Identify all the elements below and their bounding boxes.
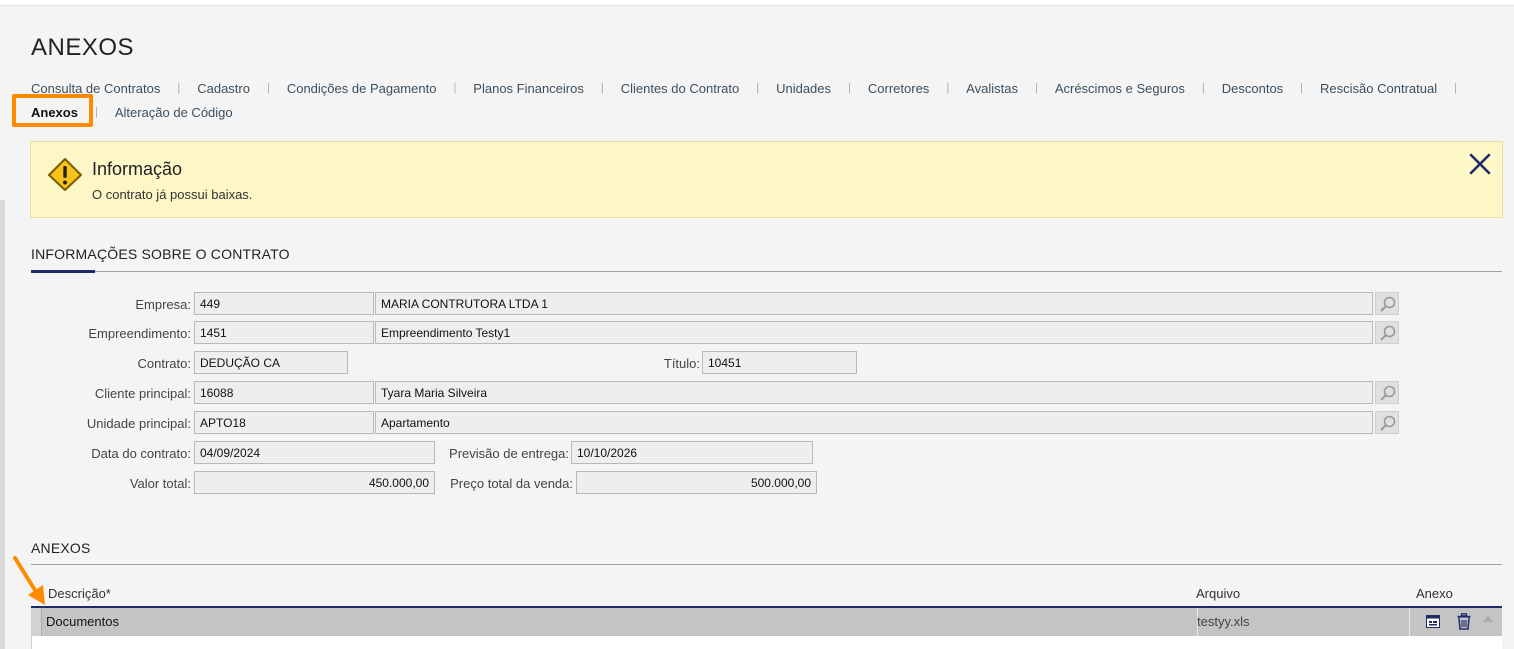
- nav-separator: |: [756, 82, 760, 94]
- tab-clientes-contrato[interactable]: Clientes do Contrato: [621, 81, 740, 96]
- view-attachment-icon[interactable]: [1426, 615, 1440, 628]
- table-row[interactable]: Documentos testyy.xls: [31, 606, 1502, 636]
- empresa-name-field[interactable]: MARIA CONTRUTORA LTDA 1: [375, 292, 1373, 315]
- left-edge: [0, 200, 5, 649]
- contrato-field[interactable]: DEDUÇÃO CA: [194, 351, 348, 374]
- table-body: [31, 636, 1502, 649]
- data-contrato-label: Data do contrato:: [91, 446, 191, 461]
- empreendimento-label: Empreendimento:: [88, 326, 191, 341]
- contract-nav: Consulta de Contratos | Cadastro | Condi…: [31, 79, 1501, 121]
- page-title: ANEXOS: [31, 34, 135, 61]
- valor-total-label: Valor total:: [129, 476, 191, 491]
- previsao-entrega-field[interactable]: 10/10/2026: [571, 441, 813, 464]
- nav-separator: |: [1034, 82, 1038, 94]
- section-divider: [31, 271, 1502, 272]
- tab-alteracao-codigo[interactable]: Alteração de Código: [115, 105, 233, 120]
- valor-total-field[interactable]: 450.000,00: [194, 471, 435, 494]
- tab-corretores[interactable]: Corretores: [868, 81, 929, 96]
- empreendimento-lookup-button[interactable]: [1375, 321, 1399, 344]
- nav-separator: |: [1201, 82, 1205, 94]
- close-icon[interactable]: [1469, 153, 1491, 175]
- tab-planos-financeiros[interactable]: Planos Financeiros: [473, 81, 584, 96]
- section-accent: [31, 270, 95, 273]
- search-icon: [1380, 296, 1396, 312]
- tab-condicoes-pagamento[interactable]: Condições de Pagamento: [287, 81, 437, 96]
- trash-icon[interactable]: [1457, 613, 1471, 630]
- empresa-lookup-button[interactable]: [1375, 292, 1399, 315]
- tab-cadastro[interactable]: Cadastro: [197, 81, 250, 96]
- nav-separator: |: [1454, 82, 1457, 94]
- cliente-code-field[interactable]: 16088: [194, 381, 374, 404]
- cliente-lookup-button[interactable]: [1375, 381, 1399, 404]
- annotation-arrow-icon: [13, 556, 45, 605]
- column-header-descricao[interactable]: Descrição*: [48, 586, 111, 601]
- top-bar: [0, 0, 1514, 6]
- contrato-label: Contrato:: [137, 356, 191, 371]
- preco-total-field[interactable]: 500.000,00: [576, 471, 817, 494]
- section-divider: [31, 564, 1502, 565]
- previsao-entrega-label: Previsão de entrega:: [449, 446, 569, 461]
- nav-separator: |: [848, 82, 851, 94]
- nav-row-1: Consulta de Contratos | Cadastro | Condi…: [31, 79, 1501, 97]
- column-divider: [1409, 608, 1410, 636]
- column-header-anexo[interactable]: Anexo: [1416, 586, 1453, 601]
- nav-separator: |: [177, 82, 181, 94]
- info-message: O contrato já possui baixas.: [92, 187, 253, 202]
- info-banner: Informação O contrato já possui baixas.: [30, 141, 1503, 218]
- tab-acrescimos-seguros[interactable]: Acréscimos e Seguros: [1055, 81, 1185, 96]
- unidade-lookup-button[interactable]: [1375, 411, 1399, 434]
- tab-consulta-contratos[interactable]: Consulta de Contratos: [31, 81, 160, 96]
- tab-anexos[interactable]: Anexos: [31, 105, 78, 120]
- column-header-arquivo[interactable]: Arquivo: [1196, 586, 1240, 601]
- cliente-name-field[interactable]: Tyara Maria Silveira: [375, 381, 1373, 404]
- nav-separator: |: [1300, 82, 1304, 94]
- anexos-section-title: ANEXOS: [31, 540, 91, 556]
- empresa-code-field[interactable]: 449: [194, 292, 374, 315]
- tab-rescisao-contratual[interactable]: Rescisão Contratual: [1320, 81, 1437, 96]
- nav-separator: |: [600, 82, 604, 94]
- unidade-name-field[interactable]: Apartamento: [375, 411, 1373, 434]
- nav-separator: |: [94, 106, 98, 118]
- search-icon: [1380, 325, 1396, 341]
- nav-separator: |: [453, 82, 457, 94]
- warning-icon: [48, 158, 82, 191]
- contract-section-title: INFORMAÇÕES SOBRE O CONTRATO: [31, 246, 290, 262]
- empreendimento-name-field[interactable]: Empreendimento Testy1: [375, 321, 1373, 344]
- data-contrato-field[interactable]: 04/09/2024: [194, 441, 435, 464]
- empresa-label: Empresa:: [135, 297, 191, 312]
- tab-descontos[interactable]: Descontos: [1222, 81, 1283, 96]
- unidade-code-field[interactable]: APTO18: [194, 411, 374, 434]
- titulo-field[interactable]: 10451: [702, 351, 857, 374]
- descricao-cell[interactable]: Documentos: [46, 614, 119, 629]
- scroll-up-arrow-icon[interactable]: [1482, 614, 1494, 624]
- search-icon: [1380, 415, 1396, 431]
- tab-avalistas[interactable]: Avalistas: [966, 81, 1018, 96]
- nav-separator: |: [266, 82, 270, 94]
- nav-row-2: Anexos | Alteração de Código: [31, 103, 1501, 121]
- info-title: Informação: [92, 159, 183, 179]
- arquivo-cell[interactable]: testyy.xls: [1197, 614, 1250, 629]
- empreendimento-code-field[interactable]: 1451: [194, 321, 374, 344]
- search-icon: [1380, 385, 1396, 401]
- cliente-label: Cliente principal:: [94, 386, 191, 401]
- row-selector[interactable]: [31, 608, 42, 636]
- nav-separator: |: [946, 82, 950, 94]
- tab-unidades[interactable]: Unidades: [776, 81, 831, 96]
- unidade-label: Unidade principal:: [86, 416, 191, 431]
- preco-total-label: Preço total da venda:: [450, 476, 573, 491]
- titulo-label: Título:: [663, 356, 700, 371]
